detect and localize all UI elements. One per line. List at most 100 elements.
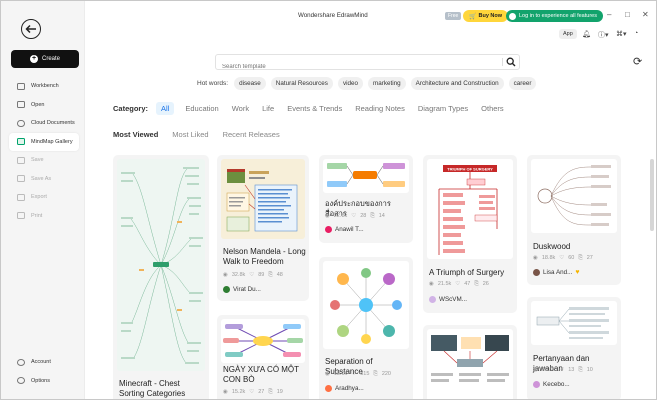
help-icon[interactable]: ⓘ▾ <box>598 30 609 40</box>
template-stats: ◉ 18.0k ♡ 315 ⎘ 220 <box>325 371 391 378</box>
sidebar-item-save-as[interactable]: Save As <box>9 170 79 189</box>
sidebar-item-save[interactable]: Save <box>9 151 79 170</box>
template-card[interactable]: TRIUMPH OF SURGERY A Triumph of Surgery … <box>423 155 517 313</box>
like-count: 27 <box>258 389 265 395</box>
plan-badge: Free <box>445 11 462 20</box>
template-stats: ◉ 19.0k ♡ 13 ⎘ 10 <box>533 367 593 374</box>
category-events-trends[interactable]: Events & Trends <box>287 104 342 113</box>
save-icon <box>17 156 25 164</box>
copy-icon: ⎘ <box>578 255 583 261</box>
template-card[interactable]: Separation of Substance ◉ 18.0k ♡ 315 ⎘ 220… <box>319 257 413 399</box>
heart-icon: ♡ <box>351 213 357 219</box>
sort-most-viewed[interactable]: Most Viewed <box>113 130 158 139</box>
template-stats: ◉ 15.2k ♡ 27 ⎘ 19 <box>223 389 283 396</box>
category-diagram-types[interactable]: Diagram Types <box>418 104 468 113</box>
buy-now-button[interactable]: 🛒 Buy Now <box>463 10 509 22</box>
category-others[interactable]: Others <box>481 104 504 113</box>
search-input[interactable] <box>216 60 486 74</box>
copy-count: 220 <box>381 371 391 377</box>
sidebar-item-open[interactable]: Open <box>9 96 79 115</box>
gift-icon[interactable]: ⌘▾ <box>616 30 627 38</box>
eye-icon: ◉ <box>223 272 228 278</box>
plus-icon: + <box>29 55 38 63</box>
hot-word-chip[interactable]: disease <box>234 77 266 90</box>
author-name: Kecebo... <box>543 381 570 388</box>
sidebar-item-label: Save <box>31 157 44 164</box>
user-avatar-icon <box>509 12 516 20</box>
template-stats: ◉ 18.8k ♡ 60 ⎘ 27 <box>533 255 593 262</box>
folder-icon <box>17 101 25 109</box>
gear-icon <box>17 377 25 385</box>
mindmap-thumbnail-image <box>121 167 203 365</box>
author-avatar <box>533 381 540 388</box>
scrollbar-thumb[interactable] <box>650 159 654 231</box>
copy-count: 48 <box>276 272 283 278</box>
thumbnail-heading: TRIUMPH OF SURGERY <box>447 167 493 172</box>
hot-word-chip[interactable]: Architecture and Construction <box>410 77 504 90</box>
template-title: Nelson Mandela - Long Walk to Freedom <box>223 247 306 266</box>
like-count: 13 <box>568 367 575 373</box>
template-card[interactable]: Minecraft - Chest Sorting Categories <box>113 155 209 399</box>
sidebar-item-account[interactable]: Account <box>9 353 79 372</box>
category-all[interactable]: All <box>156 102 175 115</box>
mindmap-thumbnail-image <box>537 165 611 226</box>
login-button[interactable]: Log in to experience all features <box>506 10 603 22</box>
sidebar-item-options[interactable]: Options <box>9 372 79 391</box>
copy-icon: ⎘ <box>474 281 479 287</box>
template-card[interactable]: Pertanyaan dan jawaban ◉ 19.0k ♡ 13 ⎘ 10 Ke… <box>527 297 621 399</box>
template-card[interactable]: องค์ประกอบของการสื่อสาร ◉ 22.8k ♡ 28 ⎘ 14 A… <box>319 155 413 243</box>
author-avatar <box>223 286 230 293</box>
mindmap-thumbnail-image: TRIUMPH OF SURGERY <box>438 165 498 255</box>
close-icon[interactable]: ✕ <box>642 10 649 19</box>
template-thumbnail <box>531 301 617 345</box>
category-education[interactable]: Education <box>185 104 218 113</box>
mindmap-thumbnail-image <box>327 163 405 187</box>
skin-icon[interactable]: ◔ <box>634 30 638 37</box>
heart-icon: ♡ <box>249 389 255 395</box>
template-card[interactable]: Duskwood ◉ 18.8k ♡ 60 ⎘ 27 Lisa And... ♥ <box>527 155 621 285</box>
sidebar-item-label: Print <box>31 212 43 219</box>
hot-word-chip[interactable]: career <box>508 77 537 90</box>
template-author: Aradhya... <box>325 385 364 392</box>
template-card[interactable]: NGÀY XƯA CÓ MỘT CON BÒ ◉ 15.2k ♡ 27 ⎘ 19 <box>217 315 309 399</box>
minimize-icon[interactable]: – <box>607 10 611 19</box>
copy-icon: ⎘ <box>578 367 583 373</box>
template-card[interactable]: Nelson Mandela - Long Walk to Freedom ◉ 3… <box>217 155 309 301</box>
sidebar-item-label: Options <box>31 377 50 384</box>
sidebar-item-print[interactable]: Print <box>9 207 79 226</box>
sidebar-item-label: Account <box>31 359 51 366</box>
maximize-icon[interactable]: □ <box>625 10 630 19</box>
heart-icon: ♡ <box>455 281 461 287</box>
category-work[interactable]: Work <box>232 104 249 113</box>
hot-word-chip[interactable]: marketing <box>368 77 406 90</box>
like-count: 315 <box>360 371 370 377</box>
hot-word-chip[interactable]: Natural Resources <box>270 77 333 90</box>
author-name: Lisa And... <box>543 269 573 276</box>
author-avatar <box>325 226 332 233</box>
sidebar-item-mindmap-gallery[interactable]: MindMap Gallery <box>9 132 79 151</box>
sidebar-item-export[interactable]: Export <box>9 188 79 207</box>
sidebar-item-cloud-documents[interactable]: Cloud Documents <box>9 114 79 133</box>
eye-icon: ◉ <box>325 371 330 377</box>
category-life[interactable]: Life <box>262 104 274 113</box>
sidebar-item-label: Open <box>31 101 45 108</box>
template-thumbnail: TRIUMPH OF SURGERY <box>427 159 513 259</box>
sort-recent-releases[interactable]: Recent Releases <box>223 130 280 139</box>
create-button[interactable]: + Create <box>11 50 79 68</box>
eye-icon: ◉ <box>533 255 538 261</box>
hot-word-chip[interactable]: video <box>337 77 364 90</box>
template-card[interactable] <box>423 325 517 399</box>
app-window: + Create Workbench Open Cloud Documents … <box>0 0 657 400</box>
mindmap-thumbnail-image <box>431 335 509 382</box>
sidebar-item-workbench[interactable]: Workbench <box>9 77 79 96</box>
back-button[interactable] <box>21 19 41 39</box>
author-name: Anawil T... <box>335 226 364 233</box>
search-icon[interactable] <box>506 57 516 67</box>
sort-most-liked[interactable]: Most Liked <box>172 130 208 139</box>
save-as-icon <box>17 175 25 183</box>
refresh-icon[interactable]: ⟳ <box>633 55 642 68</box>
category-reading-notes[interactable]: Reading Notes <box>355 104 405 113</box>
bell-icon[interactable]: 🔔︎ <box>582 30 591 38</box>
heart-icon: ♡ <box>351 371 357 377</box>
app-button[interactable]: App <box>559 29 577 39</box>
